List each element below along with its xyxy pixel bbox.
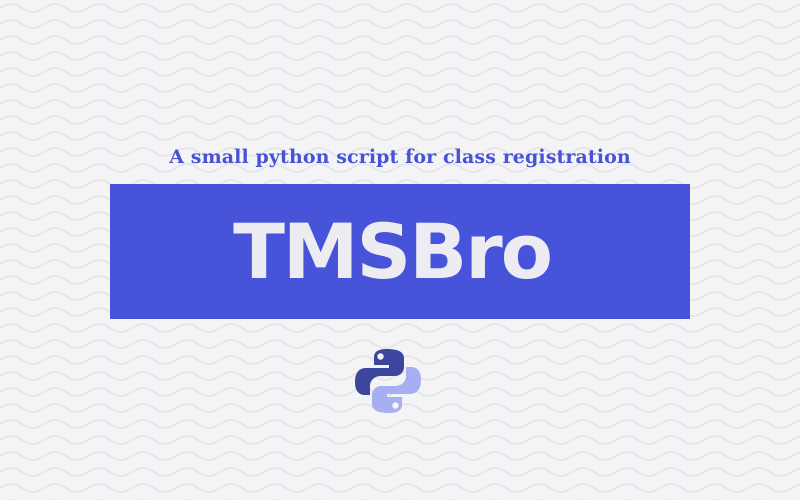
title-banner: TMSBro: [110, 184, 690, 319]
python-logo-icon: [355, 349, 421, 413]
banner-page: { "subtitle": "A small python script for…: [0, 0, 800, 500]
subtitle: A small python script for class registra…: [169, 146, 631, 168]
page-title: TMSBro: [233, 207, 553, 296]
